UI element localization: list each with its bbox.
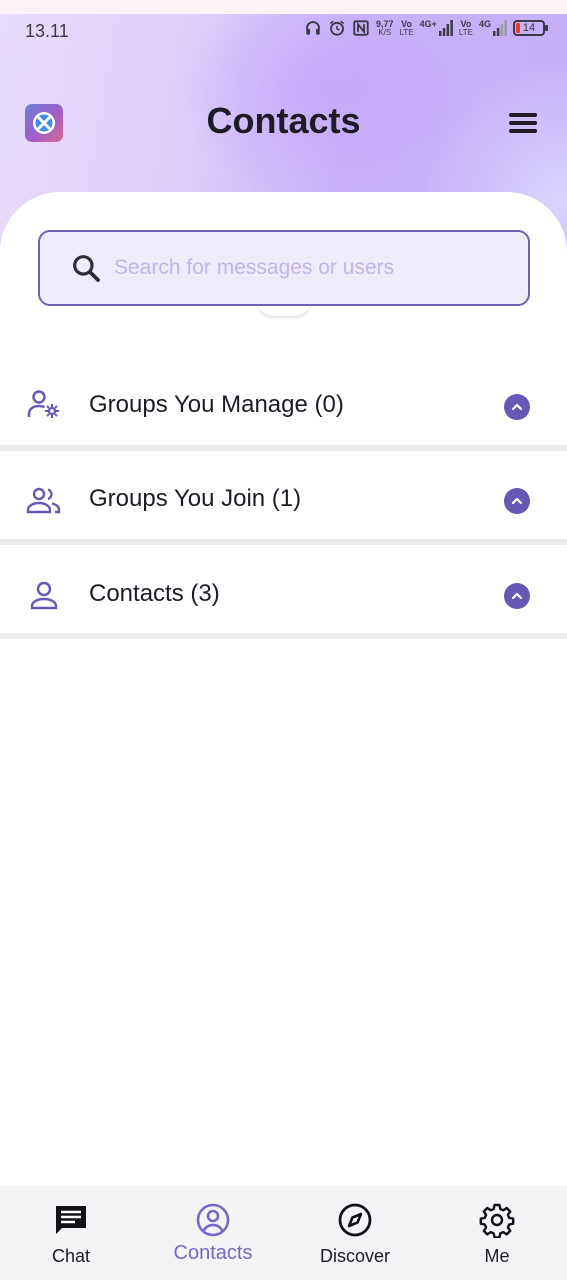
- gear-icon: [479, 1203, 515, 1238]
- top-strip: [0, 0, 567, 14]
- chevron-up-icon[interactable]: [504, 583, 530, 609]
- search-icon: [73, 255, 100, 282]
- nav-label: Discover: [319, 1246, 390, 1266]
- net-speed: 9,77 K/S: [376, 18, 394, 37]
- volte-indicator-1: Vo LTE: [399, 18, 414, 37]
- status-icons: 9,77 K/S Vo LTE 4G+ Vo LTE 4G 14: [304, 18, 548, 37]
- chevron-up-icon[interactable]: [504, 394, 530, 420]
- section-label: Groups You Manage (0): [89, 391, 344, 418]
- chat-icon: [56, 1206, 86, 1234]
- chevron-up-glyph: [511, 592, 523, 600]
- volte-indicator-2: Vo LTE: [458, 18, 473, 37]
- menu-icon-line: [509, 113, 537, 117]
- search-box[interactable]: [38, 230, 530, 306]
- person-icon: [30, 581, 58, 610]
- chevron-up-icon[interactable]: [504, 488, 530, 514]
- signal-bars-icon: [493, 20, 507, 36]
- nav-item-me[interactable]: Me: [426, 1186, 567, 1280]
- nav-label: Chat: [51, 1246, 91, 1266]
- battery-percent: 14: [522, 22, 536, 34]
- headphones-icon: [306, 21, 320, 35]
- bottom-navigation: Chat Contacts Discover Me: [0, 1186, 567, 1280]
- nav-label: Contacts: [173, 1242, 253, 1264]
- section-label: Contacts (3): [89, 580, 220, 607]
- compass-icon: [338, 1203, 372, 1237]
- group-settings-icon: [27, 390, 59, 418]
- menu-icon-line: [509, 121, 537, 125]
- signal-2: 4G: [479, 20, 507, 36]
- section-contacts[interactable]: Contacts (3): [0, 549, 567, 639]
- alarm-icon: [329, 20, 345, 36]
- nav-label: Me: [484, 1246, 510, 1266]
- chevron-up-glyph: [511, 497, 523, 505]
- group-icon: [26, 487, 61, 514]
- section-groups-you-join[interactable]: Groups You Join (1): [0, 455, 567, 545]
- signal-1: 4G+: [420, 20, 453, 36]
- battery-indicator: 14: [513, 20, 548, 36]
- account-circle-icon: [196, 1203, 230, 1237]
- menu-icon-line: [509, 129, 537, 133]
- content-sheet: [0, 192, 567, 1186]
- section-label: Groups You Join (1): [89, 485, 302, 512]
- status-time: 13.11: [25, 21, 69, 41]
- battery-level-fill: [516, 23, 520, 33]
- search-input[interactable]: [114, 246, 514, 290]
- nav-item-contacts[interactable]: Contacts: [142, 1186, 284, 1280]
- menu-button[interactable]: [506, 108, 540, 138]
- status-bar: 13.11 9,77 K/S Vo LTE 4G+ Vo LTE 4G 14: [0, 14, 567, 50]
- page-title: Contacts: [206, 100, 361, 141]
- section-groups-you-manage[interactable]: Groups You Manage (0): [0, 361, 567, 451]
- nav-item-discover[interactable]: Discover: [284, 1186, 426, 1280]
- nav-item-chat[interactable]: Chat: [0, 1186, 142, 1280]
- signal-bars-icon: [438, 20, 453, 36]
- chevron-up-glyph: [511, 403, 523, 411]
- nfc-icon: [353, 20, 369, 36]
